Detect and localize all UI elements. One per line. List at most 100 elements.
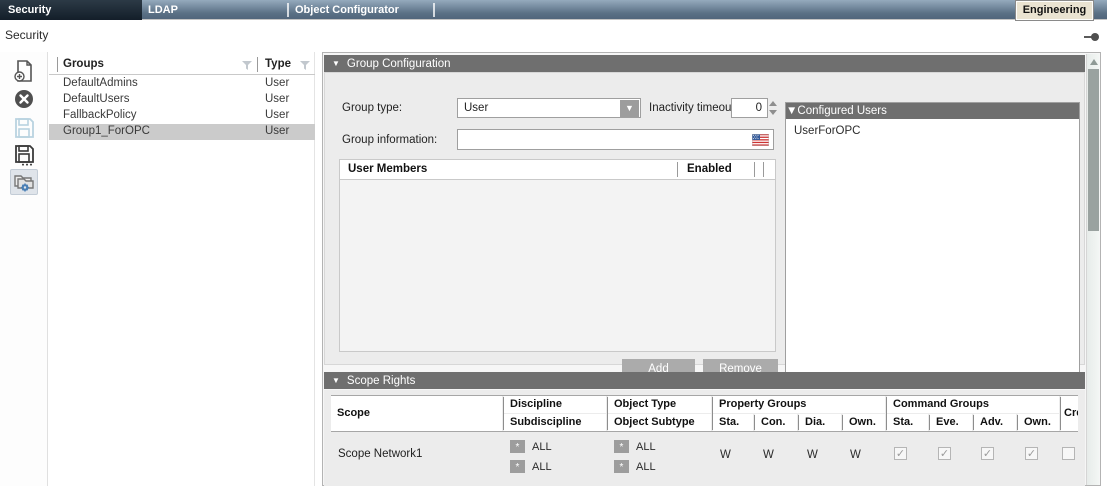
user-members-table[interactable]: User Members Enabled <box>339 159 776 352</box>
column-separator[interactable] <box>257 57 258 72</box>
tab-object-configurator[interactable]: Object Configurator <box>295 0 399 20</box>
group-name: DefaultUsers <box>63 93 129 105</box>
wildcard-button[interactable]: * <box>614 440 629 453</box>
enabled-column[interactable]: Enabled <box>687 163 732 175</box>
vertical-scrollbar[interactable] <box>1086 54 1099 485</box>
user-members-header: User Members Enabled <box>340 160 775 180</box>
configured-users-header[interactable]: ▼Configured Users <box>786 103 1079 119</box>
spinner-down-icon[interactable] <box>769 110 777 115</box>
command-sta-checkbox[interactable]: ✓ <box>894 447 907 460</box>
group-information-input[interactable] <box>457 129 774 150</box>
prop-dia-header[interactable]: Dia. <box>799 414 841 431</box>
discipline-value: ALL <box>532 441 552 453</box>
tab-ldap[interactable]: LDAP <box>148 0 178 20</box>
group-type: User <box>265 125 289 137</box>
prop-sta-header[interactable]: Sta. <box>713 414 753 431</box>
property-con-value[interactable]: W <box>763 449 774 461</box>
prop-own-header[interactable]: Own. <box>843 414 885 431</box>
groups-table-header: Groups Type <box>49 55 315 75</box>
property-own-value[interactable]: W <box>850 449 861 461</box>
scope-rights-body: Scope Discipline Subdiscipline Object Ty… <box>324 390 1085 486</box>
command-own-checkbox[interactable]: ✓ <box>1025 447 1038 460</box>
language-flag-icon[interactable] <box>752 134 769 146</box>
user-members-column[interactable]: User Members <box>348 163 427 175</box>
spinner-up-icon[interactable] <box>769 101 777 106</box>
wildcard-button[interactable]: * <box>614 460 629 473</box>
groups-panel: Groups Type DefaultAdmins User DefaultUs… <box>49 52 315 486</box>
pin-icon[interactable] <box>1084 33 1100 41</box>
column-resize-handle[interactable] <box>57 57 58 72</box>
object-type-cell[interactable]: *ALL <box>614 438 656 454</box>
command-groups-header: Command Groups <box>887 396 1059 413</box>
collapse-icon[interactable]: ▼ <box>332 55 340 72</box>
tab-separator <box>433 3 435 17</box>
property-dia-value[interactable]: W <box>807 449 818 461</box>
group-row[interactable]: DefaultUsers User <box>49 92 315 108</box>
object-subtype-value: ALL <box>636 461 656 473</box>
toolbar-sidebar <box>0 52 48 486</box>
cmd-sta-header[interactable]: Sta. <box>887 414 928 431</box>
property-sta-value[interactable]: W <box>720 449 731 461</box>
subdiscipline-column-header[interactable]: Subdiscipline <box>504 414 606 431</box>
tab-engineering[interactable]: Engineering <box>1016 1 1093 20</box>
discipline-column-header[interactable]: Discipline <box>504 396 606 413</box>
scope-cell[interactable]: Scope Network1 <box>338 448 422 460</box>
scope-rights-header[interactable]: ▼ Scope Rights <box>324 372 1085 389</box>
group-configuration-header[interactable]: ▼ Group Configuration <box>324 55 1085 72</box>
group-type-label: Group type: <box>342 102 402 114</box>
discipline-cell[interactable]: * ALL <box>510 438 552 454</box>
object-type-column-header[interactable]: Object Type <box>608 396 711 413</box>
prop-con-header[interactable]: Con. <box>755 414 797 431</box>
wildcard-button[interactable]: * <box>510 440 525 453</box>
column-separator[interactable] <box>763 162 764 177</box>
wildcard-button[interactable]: * <box>510 460 525 473</box>
chevron-down-icon[interactable]: ▼ <box>620 100 639 117</box>
subdiscipline-cell[interactable]: * ALL <box>510 458 552 474</box>
group-type: User <box>265 77 289 89</box>
group-type-dropdown[interactable]: User ▼ <box>457 98 641 118</box>
save-icon[interactable] <box>10 114 38 140</box>
property-groups-header: Property Groups <box>713 396 885 413</box>
pin-dot <box>1091 33 1099 41</box>
inactivity-spinner[interactable] <box>769 98 778 118</box>
object-subtype-column-header[interactable]: Object Subtype <box>608 414 711 431</box>
group-type: User <box>265 93 289 105</box>
group-row-selected[interactable]: Group1_ForOPC User <box>49 124 315 140</box>
scope-column-header[interactable]: Scope <box>331 396 502 431</box>
inactivity-timeout-label: Inactivity timeout <box>649 102 735 114</box>
tab-security[interactable]: Security <box>0 0 142 20</box>
group-name: DefaultAdmins <box>63 77 138 89</box>
object-subtype-cell[interactable]: * ALL <box>614 458 656 474</box>
groups-filter-icon[interactable] <box>241 60 253 71</box>
command-adv-checkbox[interactable]: ✓ <box>981 447 994 460</box>
group-row[interactable]: FallbackPolicy User <box>49 108 315 124</box>
inactivity-timeout-value: 0 <box>756 102 762 114</box>
command-eve-checkbox[interactable]: ✓ <box>938 447 951 460</box>
new-document-icon[interactable] <box>10 58 38 84</box>
scroll-up-icon[interactable] <box>1090 59 1098 65</box>
top-tab-bar: Security LDAP Object Configurator Engine… <box>0 0 1107 20</box>
type-column-header[interactable]: Type <box>265 58 291 70</box>
create-column-header[interactable]: Cre <box>1061 396 1078 431</box>
groups-column-header[interactable]: Groups <box>63 58 104 70</box>
collapse-icon[interactable]: ▼ <box>786 105 797 117</box>
cmd-own-header[interactable]: Own. <box>1018 414 1059 431</box>
save-as-icon[interactable] <box>10 142 38 168</box>
inactivity-timeout-input[interactable]: 0 <box>731 98 768 118</box>
configured-user-item[interactable]: UserForOPC <box>794 125 860 137</box>
cmd-eve-header[interactable]: Eve. <box>930 414 972 431</box>
create-checkbox[interactable] <box>1062 447 1075 460</box>
cancel-icon[interactable] <box>10 86 38 112</box>
subdiscipline-value: ALL <box>532 461 552 473</box>
header-bottom-border <box>331 431 1078 432</box>
section-title: Scope Rights <box>347 375 415 387</box>
section-title: Group Configuration <box>347 58 451 70</box>
cmd-adv-header[interactable]: Adv. <box>974 414 1016 431</box>
column-separator[interactable] <box>754 162 755 177</box>
group-row[interactable]: DefaultAdmins User <box>49 76 315 92</box>
scrollbar-thumb[interactable] <box>1088 69 1099 231</box>
group-configurator-icon[interactable] <box>10 169 38 195</box>
collapse-icon[interactable]: ▼ <box>332 372 340 389</box>
column-separator[interactable] <box>677 162 678 177</box>
type-filter-icon[interactable] <box>299 60 311 71</box>
